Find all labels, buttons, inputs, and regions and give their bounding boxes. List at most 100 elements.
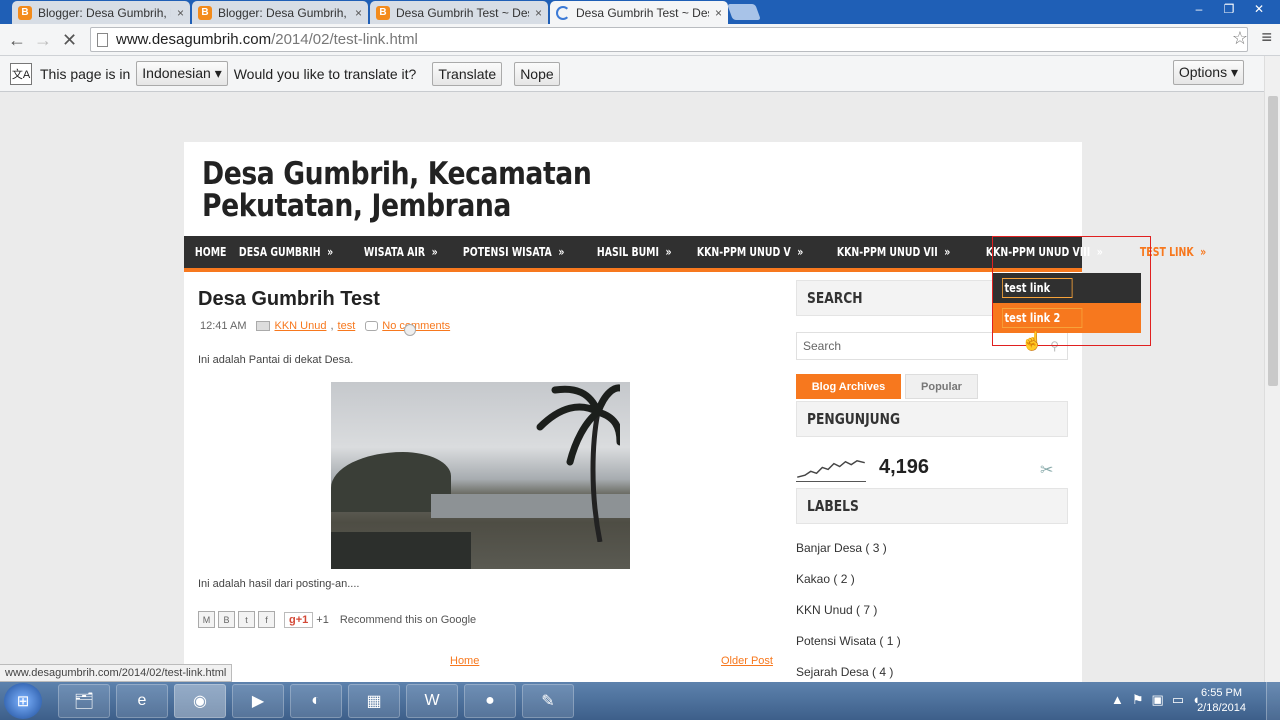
email-icon[interactable]: M	[198, 611, 215, 628]
obs-icon[interactable]: ●	[464, 684, 516, 718]
stop-icon[interactable]: ✕	[62, 30, 77, 51]
search-icon[interactable]: ⚲	[1050, 339, 1059, 353]
back-arrow-icon[interactable]: ←	[8, 30, 26, 51]
language-select[interactable]: Indonesian ▾	[136, 61, 228, 86]
label-item[interactable]: Banjar Desa ( 3 )	[796, 541, 887, 555]
notes-icon[interactable]: ✎	[522, 684, 574, 718]
submenu-item-test-link-2[interactable]: test link 2	[992, 303, 1141, 333]
browser-tab-3[interactable]: B Desa Gumbrih Test ~ Desa ×	[370, 1, 548, 24]
tools-icon[interactable]: ✂	[1040, 460, 1053, 480]
nope-button[interactable]: Nope	[514, 61, 560, 86]
close-tab-icon[interactable]: ×	[535, 6, 542, 20]
options-label: Options	[1178, 64, 1228, 80]
visitor-count: 4,196	[879, 456, 930, 478]
minimize-button[interactable]: –	[1186, 0, 1212, 18]
label-item[interactable]: Kakao ( 2 )	[796, 572, 855, 586]
address-bar[interactable]: www.desagumbrih.com/2014/02/test-link.ht…	[90, 27, 1248, 52]
close-window-button[interactable]: ✕	[1246, 0, 1272, 18]
caret-down-icon: ▾	[1230, 64, 1238, 80]
power-icon[interactable]: ▭	[1172, 692, 1184, 708]
plus-one-count: +1	[316, 613, 329, 626]
twitter-icon[interactable]: t	[238, 611, 255, 628]
nav-wisata-air[interactable]: WISATA AIR »	[353, 236, 445, 268]
nav-kkn-viii[interactable]: KKN-PPM UNUD VIII »	[975, 236, 1111, 268]
new-tab-button[interactable]	[727, 4, 761, 20]
label-link-kkn-unud[interactable]: KKN Unud	[274, 320, 326, 332]
translate-infobar: 文A This page is in Indonesian ▾ Would yo…	[0, 56, 1280, 92]
post-paragraph: Ini adalah Pantai di dekat Desa.	[198, 354, 354, 366]
internet-explorer-icon[interactable]: e	[116, 684, 168, 718]
label-item[interactable]: Sejarah Desa ( 4 )	[796, 665, 893, 679]
tab-blog-archives[interactable]: Blog Archives	[796, 374, 901, 399]
media-player-icon[interactable]: ▶	[232, 684, 284, 718]
bookmark-star-icon[interactable]: ☆	[1232, 28, 1248, 49]
beach-photo[interactable]	[331, 382, 630, 569]
label-item[interactable]: KKN Unud ( 7 )	[796, 603, 877, 617]
browser-tab-active[interactable]: Desa Gumbrih Test ~ Desa ×	[550, 1, 728, 24]
taskbar: ⊞ 🗂 e ◉ ▶ ◐ ▦ W ● ✎ ▲ ⚑ ▣ ▭ ◖ 6:55 PM 2/…	[0, 682, 1280, 720]
restore-button[interactable]: ❐	[1216, 0, 1242, 18]
app-icon[interactable]: ◐	[290, 684, 342, 718]
label-link-test[interactable]: test	[338, 320, 356, 332]
show-desktop-button[interactable]	[1266, 682, 1280, 720]
nav-kkn-v[interactable]: KKN-PPM UNUD V »	[686, 236, 811, 268]
options-button[interactable]: Options ▾	[1172, 60, 1244, 85]
visitors-widget-title: PENGUNJUNG	[796, 401, 1068, 437]
loading-spinner-icon	[556, 5, 570, 20]
google-plus-button[interactable]: g+1	[284, 611, 314, 628]
translate-icon: 文A	[10, 62, 32, 85]
language-value: Indonesian	[142, 65, 211, 81]
translate-prefix: This page is in	[40, 65, 131, 82]
close-tab-icon[interactable]: ×	[177, 6, 184, 20]
home-link[interactable]: Home	[450, 655, 479, 667]
close-tab-icon[interactable]: ×	[355, 6, 362, 20]
forward-arrow-icon[interactable]: →	[34, 30, 52, 51]
hand-cursor-icon: ☝	[1021, 331, 1044, 351]
url-host: www.desagumbrih.com	[116, 31, 272, 48]
tray-expand-icon[interactable]: ▲	[1111, 692, 1124, 708]
status-url-bubble: www.desagumbrih.com/2014/02/test-link.ht…	[0, 664, 233, 682]
blogger-share-icon[interactable]: B	[218, 611, 235, 628]
nav-desa-gumbrih[interactable]: DESA GUMBRIH »	[228, 236, 341, 268]
clock-icon	[404, 324, 417, 336]
post-title[interactable]: Desa Gumbrih Test	[198, 288, 380, 311]
browser-tab-2[interactable]: B Blogger: Desa Gumbrih, K ×	[192, 1, 368, 24]
comment-icon	[365, 321, 379, 331]
nav-home[interactable]: HOME	[184, 236, 234, 268]
main-nav: HOME DESA GUMBRIH » WISATA AIR » POTENSI…	[184, 236, 1206, 272]
post-paragraph: Ini adalah hasil dari posting-an....	[198, 578, 360, 590]
scrollbar-thumb[interactable]	[1268, 96, 1278, 386]
close-tab-icon[interactable]: ×	[715, 6, 722, 20]
taskbar-clock[interactable]: 6:55 PM 2/18/2014	[1197, 686, 1246, 716]
search-placeholder: Search	[803, 339, 842, 353]
start-button[interactable]: ⊞	[4, 683, 42, 719]
url-path: /2014/02/test-link.html	[271, 31, 418, 48]
flag-icon[interactable]: ⚑	[1132, 692, 1144, 708]
remote-desktop-icon[interactable]: ▦	[348, 684, 400, 718]
translate-button[interactable]: Translate	[432, 61, 503, 86]
facebook-icon[interactable]: f	[258, 611, 275, 628]
nav-potensi-wisata[interactable]: POTENSI WISATA »	[452, 236, 572, 268]
chrome-icon[interactable]: ◉	[174, 684, 226, 718]
comments-link[interactable]: No comments	[382, 320, 450, 332]
translate-question: Would you like to translate it?	[233, 65, 417, 82]
visitor-graph	[796, 459, 866, 482]
system-tray: ▲ ⚑ ▣ ▭ ◖	[1111, 692, 1200, 708]
tab-title: Desa Gumbrih Test ~ Desa	[396, 5, 529, 20]
label-item[interactable]: Potensi Wisata ( 1 )	[796, 634, 901, 648]
submenu-item-test-link[interactable]: test link	[992, 273, 1141, 303]
browser-tab-1[interactable]: B Blogger: Desa Gumbrih, Ke ×	[12, 1, 190, 24]
nav-hasil-bumi[interactable]: HASIL BUMI »	[586, 236, 679, 268]
tab-popular[interactable]: Popular	[905, 374, 978, 399]
blogger-icon: B	[198, 5, 212, 20]
network-icon[interactable]: ▣	[1152, 692, 1164, 708]
blog-title[interactable]: Desa Gumbrih, Kecamatan Pekutatan, Jembr…	[202, 158, 649, 222]
nav-test-link[interactable]: TEST LINK »	[1129, 236, 1214, 268]
word-icon[interactable]: W	[406, 684, 458, 718]
menu-icon[interactable]: ≡	[1261, 27, 1272, 48]
nav-kkn-vii[interactable]: KKN-PPM UNUD VII »	[826, 236, 958, 268]
blogger-icon: B	[18, 5, 32, 20]
explorer-icon[interactable]: 🗂	[58, 684, 110, 718]
older-post-link[interactable]: Older Post	[721, 655, 773, 667]
page-scrollbar[interactable]	[1264, 56, 1280, 682]
